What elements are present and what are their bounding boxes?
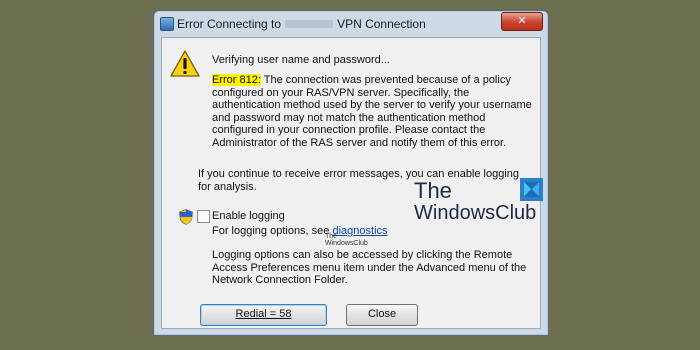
error-code: Error 812: [212, 74, 261, 86]
watermark-the: The [414, 178, 452, 203]
enable-logging-label[interactable]: Enable logging [212, 210, 285, 223]
small-watermark-line1: The [325, 233, 338, 240]
windows-logo-icon [520, 178, 543, 201]
redacted-server-name [285, 20, 334, 28]
title-bar[interactable]: Error Connecting to VPN Connection ✕ [154, 11, 548, 37]
redial-button[interactable]: Redial = 58 [200, 304, 327, 326]
verifying-text: Verifying user name and password... [212, 54, 390, 66]
enable-logging-checkbox[interactable] [197, 210, 210, 223]
shield-icon [179, 209, 193, 225]
small-watermark-line2: WindowsClub [325, 240, 368, 247]
dialog-title: Error Connecting to VPN Connection [177, 17, 426, 31]
close-icon[interactable]: ✕ [501, 12, 543, 31]
window-icon [160, 17, 174, 31]
watermark-name: WindowsClub [414, 202, 537, 224]
logging-access-text: Logging options can also be accessed by … [212, 249, 527, 286]
error-dialog: Error Connecting to VPN Connection ✕ Ver… [153, 10, 549, 336]
warning-icon [170, 50, 200, 77]
close-label: Close [367, 308, 397, 320]
logging-options-prefix: For logging options, see [212, 225, 330, 237]
dialog-body: Verifying user name and password... Erro… [161, 37, 541, 329]
title-suffix: VPN Connection [337, 17, 426, 31]
redial-label: Redial = 58 [235, 308, 292, 320]
close-button[interactable]: Close [346, 304, 418, 326]
continue-text: If you continue to receive error message… [198, 168, 520, 193]
title-prefix: Error Connecting to [177, 17, 282, 31]
small-watermark: The WindowsClub [325, 233, 368, 247]
error-message: Error 812: The connection was prevented … [212, 74, 532, 149]
